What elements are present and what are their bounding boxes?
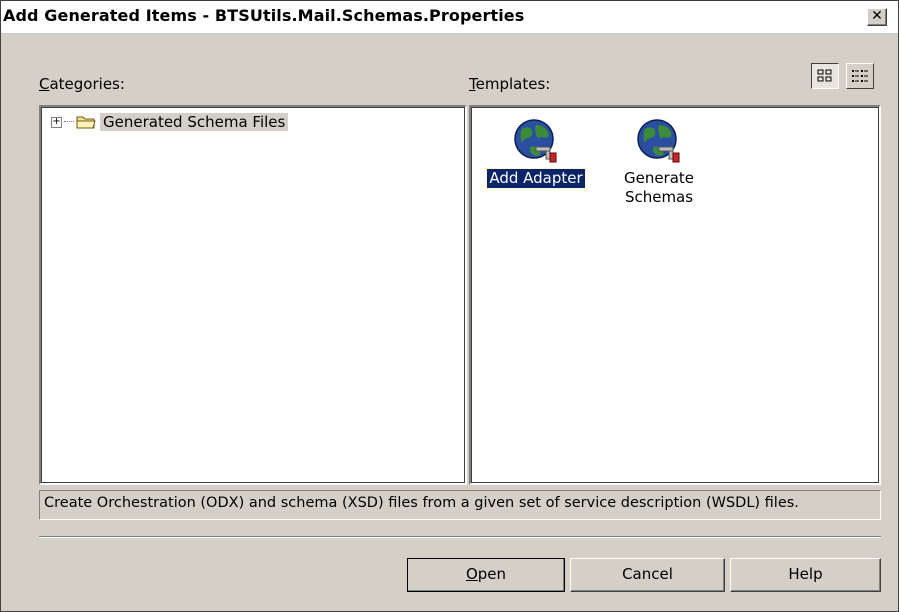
tree-item-generated-schema-files[interactable]: + Generated Schema Files bbox=[51, 113, 289, 131]
separator-line bbox=[39, 536, 881, 538]
large-icons-view-icon bbox=[817, 69, 832, 82]
categories-label: Categories: bbox=[39, 75, 125, 93]
tree-expander-plus-icon[interactable]: + bbox=[51, 116, 62, 128]
large-icons-view-button[interactable] bbox=[811, 63, 839, 89]
help-button[interactable]: Help bbox=[730, 558, 881, 592]
folder-icon bbox=[76, 116, 96, 129]
open-button-label: pen bbox=[477, 565, 507, 583]
templates-label: Templates: bbox=[469, 75, 551, 93]
add-generated-items-dialog: Add Generated Items - BTSUtils.Mail.Sche… bbox=[0, 0, 899, 612]
list-view-button[interactable] bbox=[846, 63, 874, 89]
globe-adapter-icon bbox=[514, 119, 557, 163]
dialog-title: Add Generated Items - BTSUtils.Mail.Sche… bbox=[3, 6, 525, 25]
open-button-mnemonic: O bbox=[465, 565, 478, 583]
template-label: Add Adapter bbox=[486, 168, 586, 189]
close-button[interactable]: ✕ bbox=[867, 8, 887, 26]
template-label-line1: Generate bbox=[623, 169, 695, 187]
categories-tree[interactable]: + Generated Schema Files bbox=[39, 105, 467, 485]
close-icon: ✕ bbox=[871, 8, 883, 24]
globe-adapter-icon bbox=[637, 119, 680, 163]
tree-connector bbox=[64, 121, 74, 123]
list-view-icon bbox=[852, 70, 868, 82]
template-add-adapter[interactable]: Add Adapter bbox=[476, 117, 596, 189]
open-button[interactable]: Open bbox=[407, 558, 565, 592]
template-description: Create Orchestration (ODX) and schema (X… bbox=[39, 490, 881, 520]
templates-list[interactable]: Add Adapter Generate Schemas bbox=[469, 105, 881, 485]
tree-item-label[interactable]: Generated Schema Files bbox=[100, 113, 289, 131]
template-generate-schemas[interactable]: Generate Schemas bbox=[599, 117, 719, 207]
title-bar[interactable]: Add Generated Items - BTSUtils.Mail.Sche… bbox=[1, 1, 898, 34]
cancel-button[interactable]: Cancel bbox=[570, 558, 725, 592]
template-label-line2: Schemas bbox=[624, 188, 694, 206]
